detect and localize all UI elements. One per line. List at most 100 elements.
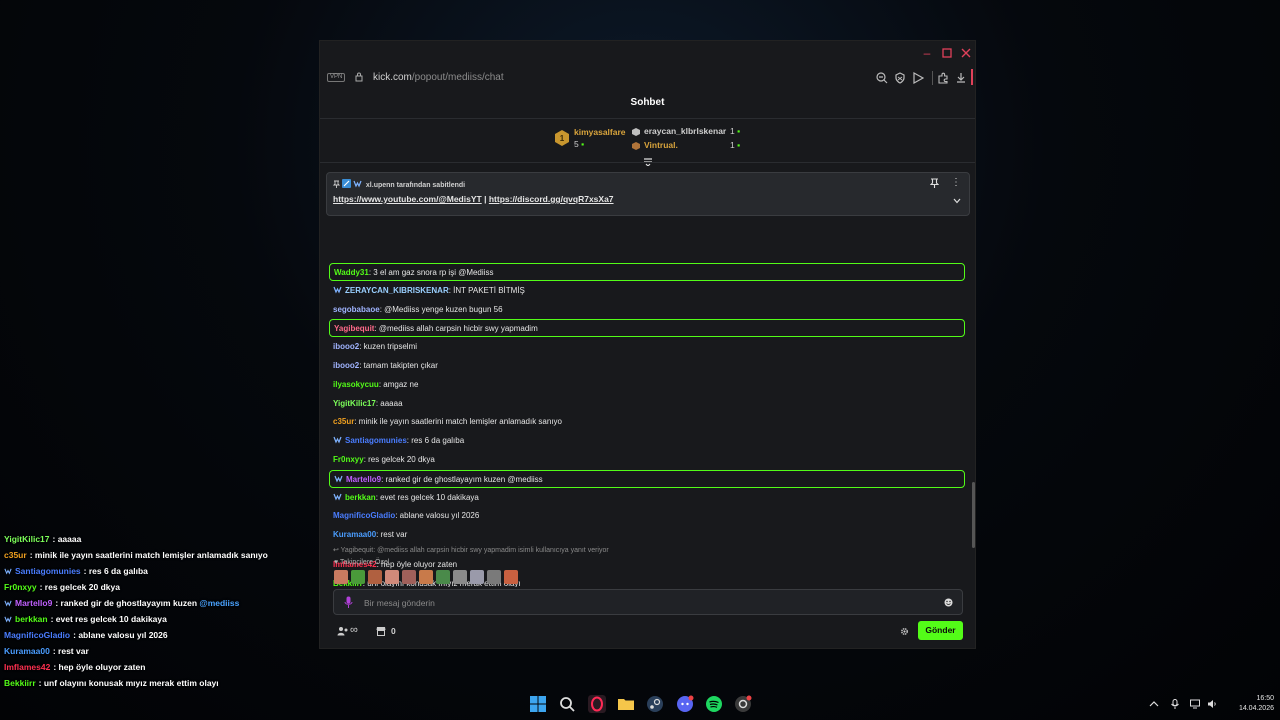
windows-start-icon[interactable] [529,695,547,713]
chat-message[interactable]: Kuramaa00: rest var [333,526,407,544]
unpin-icon[interactable] [930,178,939,188]
steam-client-icon[interactable] [734,695,752,713]
highlighted-message[interactable]: Waddy31: 3 el am gaz snora rp işi @Medii… [329,263,965,281]
rank-one-medal-icon: 1 [555,130,569,146]
message-username[interactable]: YigitKilic17 [333,399,376,408]
verified-badge-icon [4,600,12,607]
message-username[interactable]: ibooo2 [333,342,359,351]
stream-chat-overlay: YigitKilic17: aaaaa c35ur: minik ile yayı… [4,531,304,691]
message-username[interactable]: MagnificoGladio [333,511,395,520]
browser-window: – VPN kick.com/popout/mediiss/chat Sohbe… [319,40,976,649]
emote-icon[interactable] [487,570,501,584]
chat-message[interactable]: ibooo2: tamam takipten çıkar [333,357,438,375]
url-field[interactable]: kick.com/popout/mediiss/chat [373,72,504,83]
message-username[interactable]: Waddy31 [334,268,369,277]
message-username[interactable]: Fr0nxyy [333,455,364,464]
emote-icon[interactable] [368,570,382,584]
steam-icon[interactable] [646,695,664,713]
input-placeholder: Bir mesaj gönderin [364,598,435,608]
shield-icon[interactable] [894,72,906,84]
overlay-username: Kuramaa00 [4,646,50,656]
chevron-down-icon[interactable] [953,198,961,204]
message-username[interactable]: ilyasokycuu [333,380,379,389]
pinned-message[interactable]: xl.upenn tarafından sabitlendi https://w… [326,172,970,216]
message-username[interactable]: ibooo2 [333,361,359,370]
chat-message[interactable]: ZERAYCAN_KIBRISKENAR: İNT PAKETİ BİTMİŞ [333,282,525,300]
highlighted-message[interactable]: Yagibequit: @mediiss allah carpsin hicbi… [329,319,965,338]
vpn-badge[interactable]: VPN [327,73,346,82]
gear-icon[interactable] [900,627,909,636]
message-username[interactable]: berkkan [345,493,376,502]
store-icon[interactable] [376,626,386,636]
file-explorer-icon[interactable] [617,695,635,713]
emote-icon[interactable] [385,570,399,584]
overlay-username: MagnificoGladio [4,630,71,640]
zoom-icon[interactable] [876,72,888,84]
emote-icon[interactable] [334,570,348,584]
chat-message[interactable]: ilyasokycuu: amgaz ne [333,376,418,394]
chat-scrollbar[interactable] [972,482,975,548]
chat-message[interactable]: segobabaoe: @Mediiss yenge kuzen bugun 5… [333,301,503,319]
message-input[interactable]: Bir mesaj gönderin [333,589,963,615]
reply-context[interactable]: ↩ Yagibequit: @mediiss allah carpsin hic… [333,546,609,554]
chat-message[interactable]: ibooo2: kuzen tripselmi [333,338,417,356]
message-username[interactable]: ZERAYCAN_KIBRISKENAR [345,286,449,295]
infinity-count: ∞ [350,624,358,636]
overlay-line: Martello9: ranked gir de ghostlayayım ku… [4,595,304,611]
emote-icon[interactable] [419,570,433,584]
message-username[interactable]: c35ur [333,417,354,426]
people-icon[interactable] [337,626,349,636]
message-username[interactable]: Kuramaa00 [333,530,376,539]
gift-leaderboard: 1 kimyasalfare 5 ▪ eraycan_klbrlskenar 1… [320,123,975,166]
leaderboard-user-1[interactable]: kimyasalfare [574,127,626,137]
leaderboard-user-3[interactable]: Vintrual. [644,140,678,150]
youtube-link[interactable]: https://www.youtube.com/@MedisYT [333,194,482,204]
highlighted-message[interactable]: Martello9: ranked gir de ghostlayayım ku… [329,469,965,488]
overlay-text: : hep öyle oluyor zaten [53,662,146,672]
extensions-icon[interactable] [937,72,949,84]
chat-message[interactable]: Fr0nxyy: res gelcek 20 dkya [333,451,435,469]
more-options-icon[interactable]: ⋮ [951,177,961,188]
message-username[interactable]: Martello9 [346,475,381,484]
overlay-username: berkkan [15,614,48,624]
message-text: : res 6 da galıba [406,436,465,446]
search-icon[interactable] [558,695,576,713]
leaderboard-count-2: 1 ▪ [730,126,740,136]
lock-icon[interactable] [355,72,363,82]
message-username[interactable]: Santiagomunies [345,436,407,445]
emote-icon[interactable] [453,570,467,584]
chat-message[interactable]: MagnificoGladio: ablane valosu yıl 2026 [333,507,479,525]
emote-icon[interactable] [470,570,484,584]
network-icon[interactable] [1190,699,1200,709]
message-username[interactable]: Yagibequit [334,324,374,333]
emote-icon[interactable] [436,570,450,584]
leaderboard-user-2[interactable]: eraycan_klbrlskenar [644,126,726,136]
discord-icon[interactable] [676,695,694,713]
close-button[interactable] [959,46,973,60]
message-username[interactable]: segobabaoe [333,305,380,314]
discord-link[interactable]: https://discord.gg/qvqR7xsXa7 [489,194,614,204]
bronze-badge-icon [632,142,640,150]
volume-icon[interactable] [1207,699,1217,709]
chevron-up-icon[interactable] [1149,699,1159,709]
emoji-icon[interactable] [944,598,953,607]
chat-messages[interactable]: Waddy31: 3 el am gaz snora rp işi @Medii… [320,217,975,587]
emote-icon[interactable] [402,570,416,584]
chat-message[interactable]: c35ur: minik ile yayın saatlerini match … [333,413,562,431]
chat-message[interactable]: berkkan: evet res gelcek 10 dakikaya [333,489,479,507]
opera-gx-icon[interactable] [588,695,606,713]
spotify-icon[interactable] [705,695,723,713]
maximize-button[interactable] [940,46,954,60]
send-tab-icon[interactable] [912,72,924,84]
emote-icon[interactable] [504,570,518,584]
microphone-tray-icon[interactable] [1170,699,1180,709]
microphone-icon[interactable] [344,596,353,609]
overlay-username: Martello9 [15,598,53,608]
chat-message[interactable]: Santiagomunies: res 6 da galıba [333,432,464,450]
clock[interactable]: 16:50 14.04.2026 [1228,694,1274,714]
minimize-button[interactable]: – [920,46,934,60]
chat-message[interactable]: YigitKilic17: aaaaa [333,395,403,413]
emote-icon[interactable] [351,570,365,584]
send-button[interactable]: Gönder [918,621,963,640]
download-icon[interactable] [955,72,967,84]
